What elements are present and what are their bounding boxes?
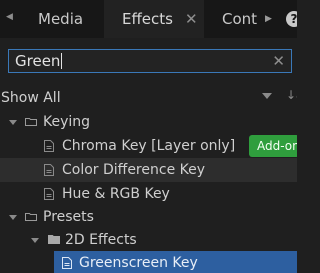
tree-label: Presets: [43, 209, 94, 225]
tree-item-chroma-key[interactable]: Chroma Key [Layer only] Add-on: [0, 134, 297, 158]
filter-row: Show All ↓a: [0, 86, 297, 110]
effect-file-icon: [44, 188, 54, 200]
tab-scroll-left-icon[interactable]: ◀: [6, 12, 13, 22]
tree-folder-presets[interactable]: Presets: [0, 205, 297, 229]
tree-label: 2D Effects: [65, 232, 137, 248]
tree-item-hue-rgb-key[interactable]: Hue & RGB Key: [0, 182, 297, 206]
help-icon[interactable]: ?: [286, 11, 297, 27]
folder-open-icon: [48, 235, 60, 244]
folder-icon: [25, 117, 37, 126]
tab-bar: ◀ Media Effects ✕ Cont ▶ ?: [0, 0, 297, 38]
close-icon[interactable]: ✕: [185, 10, 198, 28]
expand-arrow-icon[interactable]: [9, 215, 17, 220]
tree-folder-2d-effects[interactable]: 2D Effects: [0, 228, 297, 252]
tab-scroll-right-icon[interactable]: ▶: [265, 14, 272, 24]
tab-media-label: Media: [38, 10, 84, 28]
tab-effects[interactable]: Effects ✕: [104, 0, 204, 38]
effect-file-icon: [44, 140, 54, 152]
tree-item-greenscreen-key[interactable]: Greenscreen Key: [54, 251, 297, 273]
effect-file-icon: [44, 164, 54, 176]
tab-effects-label: Effects: [122, 10, 173, 28]
sort-icon[interactable]: ↓a: [286, 88, 297, 102]
tree-label: Chroma Key [Layer only]: [62, 138, 236, 154]
tree-label: Greenscreen Key: [79, 255, 198, 271]
effects-panel: ◀ Media Effects ✕ Cont ▶ ? Green ✕ Show …: [0, 0, 297, 273]
tree-label: Hue & RGB Key: [62, 186, 170, 202]
tree-label: Color Difference Key: [62, 162, 206, 178]
tab-cont-label: Cont: [222, 10, 258, 28]
preset-file-icon: [62, 257, 72, 269]
tab-media[interactable]: Media: [38, 0, 104, 38]
expand-arrow-icon[interactable]: [31, 238, 39, 243]
tree-item-color-difference-key[interactable]: Color Difference Key: [0, 158, 297, 182]
search-value: Green: [15, 52, 61, 70]
text-cursor: [61, 53, 63, 69]
tree-folder-keying[interactable]: Keying: [0, 110, 297, 134]
chevron-down-icon[interactable]: [262, 93, 272, 99]
folder-icon: [25, 212, 37, 221]
expand-arrow-icon[interactable]: [9, 120, 17, 125]
tree-label: Keying: [43, 114, 91, 130]
clear-search-icon[interactable]: ✕: [272, 52, 285, 70]
tab-cont[interactable]: Cont ▶: [222, 0, 282, 38]
filter-dropdown[interactable]: Show All: [0, 90, 61, 106]
search-input[interactable]: Green ✕: [8, 49, 292, 73]
addon-badge: Add-on: [249, 135, 297, 157]
